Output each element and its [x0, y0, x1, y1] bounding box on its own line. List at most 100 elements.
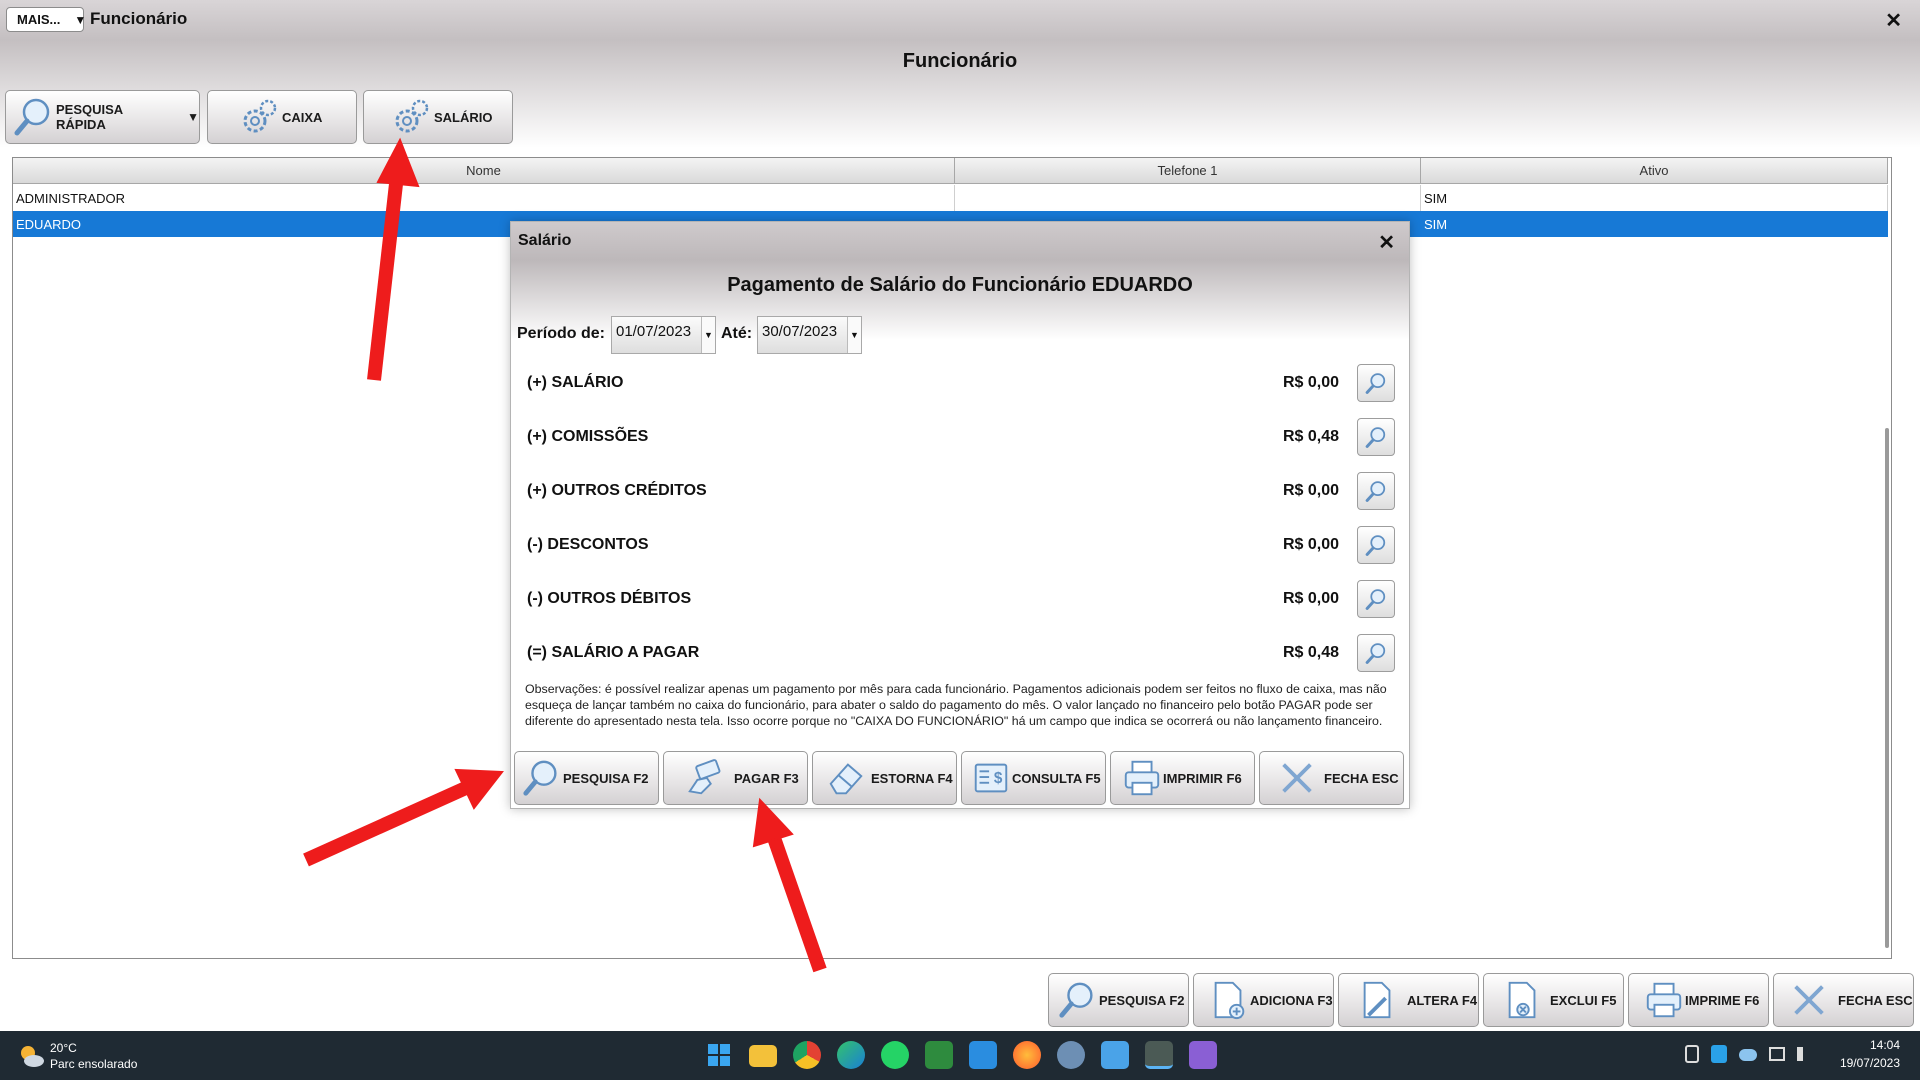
consulta-button[interactable]: $ CONSULTA F5: [961, 751, 1106, 805]
exclui-button[interactable]: EXCLUI F5: [1483, 973, 1624, 1027]
period-to-value: 30/07/2023: [762, 323, 838, 340]
salary-row-value: R$ 0,00: [1282, 590, 1339, 607]
dialog-titlebar: Salário ✕: [511, 222, 1409, 260]
windows-start-icon[interactable]: [705, 1041, 733, 1069]
spreadsheet-icon[interactable]: [925, 1041, 953, 1069]
close-icon: [1282, 763, 1312, 793]
column-header-ativo[interactable]: Ativo: [1421, 158, 1888, 184]
chevron-down-icon[interactable]: ▼: [847, 317, 861, 353]
altera-button[interactable]: ALTERA F4: [1338, 973, 1479, 1027]
whatsapp-icon[interactable]: [881, 1041, 909, 1069]
cell-telefone: [955, 185, 1421, 211]
grid-scrollbar[interactable]: [1885, 428, 1889, 948]
mail-icon[interactable]: [969, 1041, 997, 1069]
row-search-button[interactable]: [1357, 418, 1395, 456]
weather-widget[interactable]: 20°C Parc ensolarado: [16, 1039, 156, 1073]
row-search-button[interactable]: [1357, 472, 1395, 510]
eraser-icon: [829, 763, 863, 795]
salary-row-label: (-) DESCONTOS: [527, 536, 649, 553]
row-search-button[interactable]: [1357, 364, 1395, 402]
period-from-value: 01/07/2023: [616, 323, 692, 340]
usb-icon[interactable]: [1685, 1045, 1699, 1063]
magnifier-icon: [1365, 535, 1386, 556]
cell-ativo: SIM: [1421, 185, 1888, 211]
fecha-bottom-button[interactable]: FECHA ESC: [1773, 973, 1914, 1027]
row-search-button[interactable]: [1357, 526, 1395, 564]
gears-icon: [243, 99, 277, 133]
magnifier-icon: [1365, 427, 1386, 448]
mais-label: MAIS...: [17, 12, 61, 27]
file-explorer-icon[interactable]: [749, 1045, 777, 1067]
firefox-icon[interactable]: [1013, 1041, 1041, 1069]
quick-search-dropdown-icon[interactable]: ▼: [187, 110, 199, 124]
chevron-down-icon[interactable]: ▼: [701, 317, 715, 353]
altera-label: ALTERA F4: [1407, 992, 1478, 1008]
pesquisa-label: PESQUISA F2: [563, 770, 649, 786]
adiciona-button[interactable]: ADICIONA F3: [1193, 973, 1334, 1027]
clock-date[interactable]: 19/07/2023: [1840, 1056, 1900, 1070]
clock-time[interactable]: 14:04: [1870, 1038, 1900, 1052]
page-title: Funcionário: [902, 50, 1018, 72]
tray-icons[interactable]: [1685, 1045, 1815, 1065]
row-search-button[interactable]: [1357, 634, 1395, 672]
window-title: Funcionário: [90, 9, 188, 28]
dialog-heading: Pagamento de Salário do Funcionário EDUA…: [727, 274, 1193, 296]
pesquisa-bottom-button[interactable]: PESQUISA F2: [1048, 973, 1189, 1027]
cell-ativo: SIM: [1424, 216, 1448, 232]
dialog-close-button[interactable]: ✕: [1378, 230, 1395, 255]
row-search-button[interactable]: [1357, 580, 1395, 618]
pesquisa-button[interactable]: PESQUISA F2: [514, 751, 659, 805]
salary-row-label: (+) SALÁRIO: [527, 374, 624, 391]
window-close-button[interactable]: ✕: [1885, 8, 1902, 33]
pagar-label: PAGAR F3: [734, 770, 799, 786]
magnifier-icon: [14, 98, 50, 136]
cell-nome: ADMINISTRADOR: [13, 185, 955, 211]
salario-button[interactable]: SALÁRIO: [363, 90, 513, 144]
shield-icon[interactable]: [1711, 1045, 1727, 1063]
magnifier-icon: [1365, 643, 1386, 664]
svg-text:$: $: [994, 770, 1003, 787]
observations-text: Observações: é possível realizar apenas …: [525, 682, 1387, 728]
estorna-label: ESTORNA F4: [871, 770, 953, 786]
edit-document-icon: [1363, 981, 1391, 1019]
caixa-label: CAIXA: [282, 109, 323, 125]
money-hand-icon: [688, 759, 721, 795]
period-from-input[interactable]: 01/07/2023 ▼: [611, 316, 716, 354]
quick-search-button[interactable]: PESQUISA RÁPIDA ▼: [5, 90, 200, 144]
salario-label: SALÁRIO: [434, 109, 493, 125]
estorna-button[interactable]: ESTORNA F4: [812, 751, 957, 805]
quick-search-label: PESQUISA RÁPIDA: [56, 102, 123, 132]
delete-document-icon: [1508, 981, 1536, 1019]
add-document-icon: [1214, 981, 1245, 1020]
taskbar: 20°C Parc ensolarado 14:04 19/07/2023: [0, 1031, 1920, 1080]
imprime-button[interactable]: IMPRIME F6: [1628, 973, 1769, 1027]
mais-button[interactable]: MAIS... ▼: [6, 7, 86, 32]
caixa-button[interactable]: CAIXA: [207, 90, 357, 144]
volume-icon[interactable]: [1797, 1047, 1811, 1061]
chrome-icon[interactable]: [793, 1041, 821, 1069]
printer-icon: [1646, 982, 1682, 1018]
network-icon[interactable]: [1769, 1047, 1785, 1061]
video-editor-icon[interactable]: [1189, 1041, 1217, 1069]
partly-sunny-icon: [21, 1046, 44, 1067]
erp-app-icon[interactable]: [1145, 1041, 1173, 1069]
period-to-label: Até:: [721, 325, 753, 342]
cloud-icon[interactable]: [1739, 1049, 1757, 1061]
notepad-icon[interactable]: [1101, 1041, 1129, 1069]
magnifier-icon: [1365, 589, 1386, 610]
imprimir-button[interactable]: IMPRIMIR F6: [1110, 751, 1255, 805]
magnifier-icon: [1365, 373, 1386, 394]
salary-row-label: (-) OUTROS DÉBITOS: [527, 590, 692, 607]
consulta-label: CONSULTA F5: [1012, 770, 1101, 786]
pagar-button[interactable]: PAGAR F3: [663, 751, 808, 805]
settings-gear-icon[interactable]: [1057, 1041, 1085, 1069]
edge-icon[interactable]: [837, 1041, 865, 1069]
gears-icon: [395, 99, 429, 133]
column-header-telefone[interactable]: Telefone 1: [955, 158, 1421, 184]
table-row[interactable]: ADMINISTRADOR SIM: [13, 185, 1888, 211]
salary-dialog: Salário ✕ Pagamento de Salário do Funcio…: [510, 221, 1410, 809]
salary-row-value: R$ 0,00: [1282, 482, 1339, 499]
column-header-nome[interactable]: Nome: [13, 158, 955, 184]
fecha-button[interactable]: FECHA ESC: [1259, 751, 1404, 805]
period-to-input[interactable]: 30/07/2023 ▼: [757, 316, 862, 354]
